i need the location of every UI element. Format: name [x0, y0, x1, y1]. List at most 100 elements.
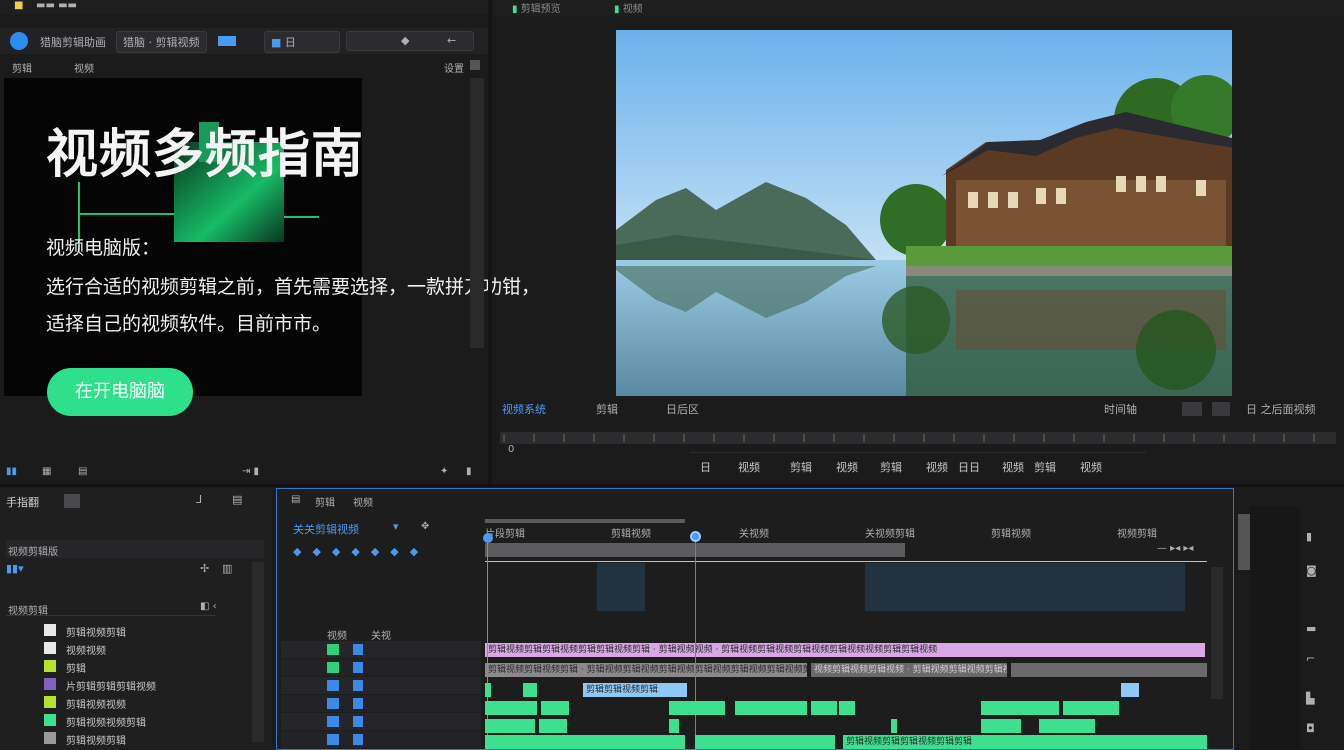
track-lock-icon[interactable]	[353, 662, 363, 673]
track-toggle-icon[interactable]	[327, 734, 339, 745]
clip-green[interactable]	[539, 719, 567, 733]
transport-btn-0[interactable]: 日	[700, 457, 711, 479]
timeline-ruler[interactable]: 片段剪辑 剪辑视频 关视频 关视频剪辑 剪辑视频 视频剪辑	[485, 523, 1207, 541]
timeline-tools[interactable]: ◆◆◆◆◆◆◆	[293, 545, 429, 558]
list-item[interactable]: 片剪辑剪辑剪辑视频	[6, 676, 236, 693]
menu-item[interactable]: ▬▬ ▬▬	[36, 0, 77, 11]
sort-icon[interactable]: ▤	[78, 466, 87, 477]
monitor-tab-1[interactable]: ▮ 视频	[614, 0, 643, 15]
bin-icon[interactable]: ⅃	[196, 493, 202, 506]
transport-btn-6[interactable]: 日日	[958, 457, 980, 479]
clip-green[interactable]	[541, 701, 569, 715]
clip-green[interactable]	[523, 683, 537, 697]
work-area-bar[interactable]	[485, 519, 685, 523]
collapse-icon[interactable]: ◧ ‹	[200, 601, 217, 612]
toolbar-item-0[interactable]: 猎脑剪辑助画	[40, 34, 106, 50]
clip-green[interactable]	[811, 701, 837, 715]
left-scrollbar[interactable]	[470, 78, 484, 348]
menu-icon[interactable]	[470, 60, 480, 70]
clip-gray-2[interactable]: 视频剪辑视频剪辑视频 · 剪辑视频剪辑视频剪辑视频剪辑视频	[811, 663, 1007, 677]
project-scrollbar[interactable]	[252, 562, 264, 742]
transport-btn-9[interactable]: 视频	[1080, 457, 1102, 479]
zoom-icon[interactable]: ⇥ ▮	[242, 466, 259, 477]
sequence-name[interactable]: 关关剪辑视频	[293, 521, 359, 537]
horizontal-divider[interactable]	[0, 484, 1344, 487]
toolbar-item-1[interactable]: 猎脑 · 剪辑视频	[116, 31, 207, 53]
clip-green-long[interactable]: 剪辑视频剪辑剪辑视频剪辑剪辑	[843, 735, 1207, 749]
list-item[interactable]: 剪辑	[6, 658, 236, 675]
panel-icon[interactable]	[64, 494, 80, 508]
clip-green[interactable]	[981, 719, 1021, 733]
pen-tool-icon[interactable]: ▙	[1306, 692, 1314, 705]
panel-tab-media[interactable]: 剪辑	[12, 60, 32, 75]
section-header-1[interactable]: 视频剪辑版	[6, 540, 264, 558]
in-marker-handle[interactable]	[483, 533, 493, 543]
add-icon[interactable]: ✢	[200, 562, 209, 575]
layout-icon[interactable]	[218, 36, 236, 46]
timeline-header-1[interactable]: 视频	[353, 494, 373, 509]
track-lock-icon[interactable]	[353, 644, 363, 655]
track-header[interactable]	[281, 659, 481, 676]
clip-green[interactable]	[485, 719, 535, 733]
arrow-left-icon[interactable]: ←	[447, 34, 456, 47]
monitor-tab-edit[interactable]: 剪辑	[596, 401, 618, 417]
track-header[interactable]	[281, 695, 481, 712]
list-item[interactable]: 剪辑视频视频	[6, 694, 236, 711]
slip-tool-icon[interactable]: ⌐	[1306, 652, 1315, 665]
monitor-tab-timeline[interactable]: 时间轴	[1104, 401, 1137, 417]
scrubber-ruler[interactable]	[500, 432, 1336, 444]
track-header[interactable]	[281, 641, 481, 658]
track-toggle-icon[interactable]	[327, 680, 339, 691]
clip-green[interactable]	[669, 701, 725, 715]
monitor-tab-after[interactable]: 日后区	[666, 401, 699, 417]
settings-icon[interactable]: ✥	[421, 521, 429, 532]
track-select-icon[interactable]: ◙	[1306, 564, 1317, 577]
track-lock-icon[interactable]	[353, 734, 363, 745]
clip-green[interactable]	[485, 701, 537, 715]
clip-green[interactable]	[485, 683, 491, 697]
clip-green[interactable]	[695, 735, 835, 749]
vertical-divider[interactable]	[488, 0, 492, 486]
track-lock-icon[interactable]	[353, 698, 363, 709]
list-view-icon[interactable]: ▮▮	[6, 466, 17, 477]
clip-green[interactable]	[1121, 683, 1139, 697]
track-toggle-icon[interactable]	[327, 698, 339, 709]
transport-btn-1[interactable]: 视频	[738, 457, 760, 479]
sequence-dropdown-icon[interactable]: ▾	[393, 520, 399, 533]
timeline-header-0[interactable]: 剪辑	[315, 494, 335, 509]
clip-green[interactable]	[735, 701, 807, 715]
monitor-tab-settings[interactable]: 日 之后面视频	[1246, 401, 1316, 417]
section-header-2[interactable]: 视频剪辑 ◧ ‹	[6, 600, 217, 617]
safe-margin-icon[interactable]	[1212, 402, 1230, 416]
cta-button[interactable]: 在开电脑脑	[47, 368, 193, 416]
list-icon[interactable]: ▤	[232, 493, 242, 506]
grid-view-icon[interactable]: ▦	[42, 466, 51, 477]
timeline-v-scrollbar[interactable]	[1211, 567, 1223, 699]
list-item[interactable]: 剪辑视频剪辑	[6, 730, 236, 747]
clip-green[interactable]	[839, 701, 855, 715]
razor-tool-icon[interactable]: ▬	[1306, 622, 1316, 635]
transport-btn-8[interactable]: 剪辑	[1034, 457, 1056, 479]
clip-green[interactable]	[485, 735, 685, 749]
clip-green[interactable]	[981, 701, 1059, 715]
toolbar-item-2[interactable]: ■ 日	[264, 31, 340, 53]
transport-btn-3[interactable]: 视频	[836, 457, 858, 479]
track-toggle-icon[interactable]	[327, 716, 339, 727]
panel-tab-effects[interactable]: 视频	[74, 60, 94, 75]
audio-meter-scroll[interactable]	[1238, 514, 1250, 570]
delete-icon[interactable]: ▮	[466, 466, 472, 477]
transport-btn-4[interactable]: 剪辑	[880, 457, 902, 479]
hand-tool-icon[interactable]: ◘	[1306, 722, 1315, 735]
list-item[interactable]: 视频视频	[6, 640, 236, 657]
transport-btn-5[interactable]: 视频	[926, 457, 948, 479]
transport-btn-2[interactable]: 剪辑	[790, 457, 812, 479]
list-item[interactable]: 剪辑视频视频剪辑	[6, 712, 236, 729]
track-lock-icon[interactable]	[353, 680, 363, 691]
clip-green[interactable]	[891, 719, 897, 733]
search-box[interactable]: ◆ ←	[346, 31, 474, 51]
track-header[interactable]	[281, 677, 481, 694]
sequence-icon[interactable]: ▤	[291, 494, 300, 505]
monitor-tab-system[interactable]: 视频系统	[502, 401, 546, 417]
list-item[interactable]: 剪辑视频剪辑	[6, 622, 236, 639]
folder-icon[interactable]: ▥	[222, 562, 232, 575]
